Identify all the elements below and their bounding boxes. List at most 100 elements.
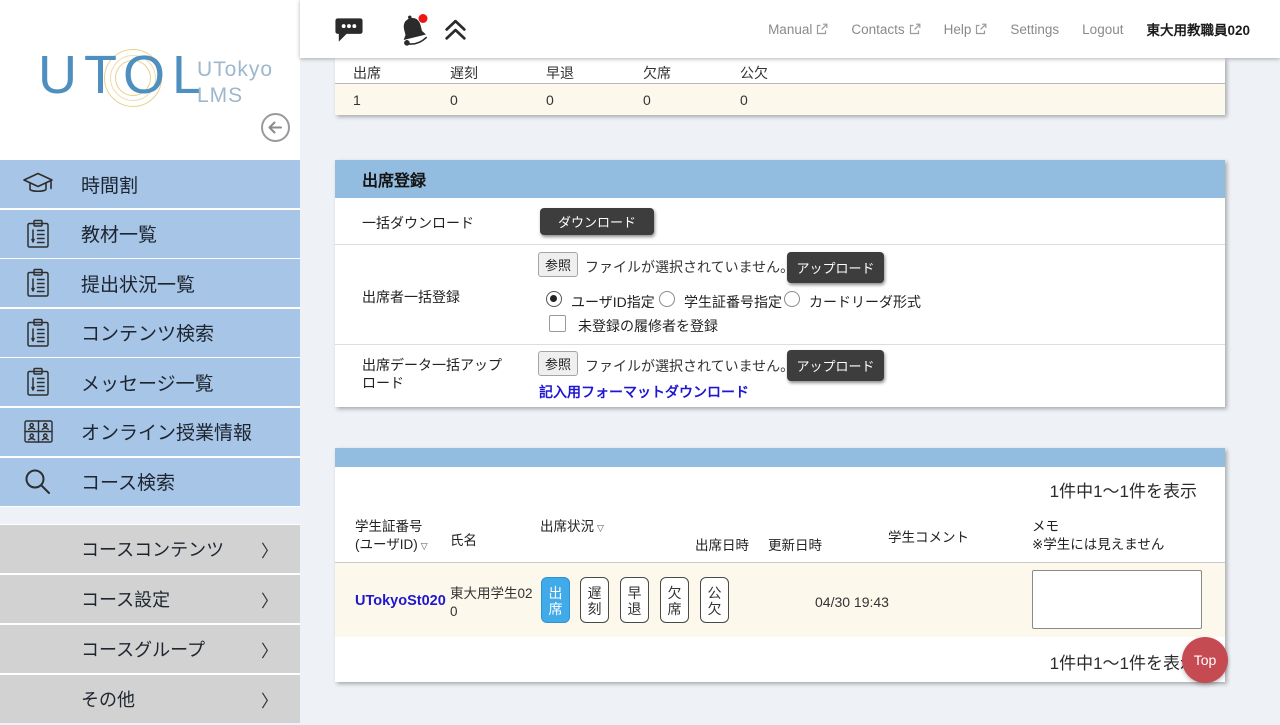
format-download-link[interactable]: 記入用フォーマットダウンロード <box>539 382 749 402</box>
no-file-selected-text: ファイルが選択されていません。 <box>585 356 794 376</box>
column-header-memo: メモ ※学生には見えません <box>1032 518 1164 554</box>
status-button-late[interactable]: 遅刻 <box>580 577 609 623</box>
checkbox-register-unregistered-label: 未登録の履修者を登録 <box>578 316 718 336</box>
status-button-present[interactable]: 出席 <box>541 577 570 623</box>
clipboard-icon <box>21 318 55 348</box>
download-button[interactable]: ダウンロード <box>540 208 654 235</box>
external-link-icon <box>975 23 987 35</box>
notifications-button[interactable] <box>396 0 431 58</box>
sidebar-item-course-contents[interactable]: コースコンテンツ 〉 <box>0 525 300 573</box>
attendance-detail-table: 1件中1〜1件を表示 学生証番号 (ユーザID)▽ 氏名 出席状況▽ 出席日時 … <box>335 448 1225 682</box>
summary-value: 0 <box>643 92 651 108</box>
update-time-value: 04/30 19:43 <box>815 594 889 610</box>
table-row: UTokyoSt020 東大用学生020 出席 遅刻 早退 欠席 公欠 04/3… <box>335 563 1225 637</box>
sidebar-item-label: その他 <box>81 686 135 712</box>
chevron-right-icon: 〉 <box>261 537 278 562</box>
sidebar-collapse-button[interactable] <box>260 112 291 143</box>
status-button-excused-absence[interactable]: 公欠 <box>700 577 729 623</box>
messages-button[interactable] <box>333 0 364 58</box>
radio-student-card-number-label: 学生証番号指定 <box>684 292 782 312</box>
scroll-to-top-button[interactable]: Top <box>1182 637 1228 683</box>
sidebar-item-messages[interactable]: メッセージ一覧 <box>0 358 300 406</box>
summary-header: 早退 <box>546 63 574 83</box>
sidebar-item-course-settings[interactable]: コース設定 〉 <box>0 575 300 623</box>
contacts-link[interactable]: Contacts <box>851 22 920 37</box>
bulk-download-row: 一括ダウンロード ダウンロード <box>335 198 1225 245</box>
student-id-link[interactable]: UTokyoSt020 <box>355 593 446 609</box>
logo: UTOL UTokyo LMS <box>0 0 300 160</box>
clipboard-icon <box>21 367 55 397</box>
table-footer-row: 1件中1〜1件を表示 <box>335 637 1225 682</box>
topbar-links: Manual Contacts Help Settings Logout 東大用… <box>768 0 1250 58</box>
sidebar-item-online-class-info[interactable]: オンライン授業情報 <box>0 408 300 456</box>
browse-file-button[interactable]: 参照 <box>538 252 578 277</box>
collapse-topbar-button[interactable] <box>443 0 468 58</box>
summary-header: 出席 <box>353 63 381 83</box>
logo-subtitle: UTokyo LMS <box>197 57 273 110</box>
attendance-registration-panel: 出席登録 一括ダウンロード ダウンロード 出席者一括登録 参照 ファイルが選択さ… <box>335 160 1225 407</box>
manual-link-label: Manual <box>768 22 812 37</box>
summary-header: 欠席 <box>643 63 671 83</box>
settings-link[interactable]: Settings <box>1010 22 1059 37</box>
chevron-right-icon: 〉 <box>261 637 278 662</box>
sidebar-item-course-group[interactable]: コースグループ 〉 <box>0 625 300 673</box>
sidebar: UTOL UTokyo LMS 時間割 <box>0 0 300 720</box>
logo-text: UTOL <box>38 44 209 106</box>
sidebar-item-submission-status[interactable]: 提出状況一覧 <box>0 259 300 307</box>
help-link[interactable]: Help <box>944 22 988 37</box>
logout-link[interactable]: Logout <box>1082 22 1123 37</box>
topbar: Manual Contacts Help Settings Logout 東大用… <box>300 0 1280 58</box>
radio-student-card-number[interactable] <box>659 291 675 307</box>
attendance-data-upload-row: 出席データ一括アップロード 参照 ファイルが選択されていません。 アップロード … <box>335 345 1225 407</box>
sidebar-item-label: コース検索 <box>81 468 175 495</box>
column-header-text: 出席状況 <box>540 519 594 534</box>
status-button-absent[interactable]: 欠席 <box>660 577 689 623</box>
sidebar-section-gap <box>0 507 300 524</box>
search-icon <box>21 467 55 497</box>
manual-link[interactable]: Manual <box>768 22 828 37</box>
chevron-right-icon: 〉 <box>261 587 278 612</box>
sidebar-item-course-search[interactable]: コース検索 <box>0 458 300 506</box>
sidebar-item-label: コースコンテンツ <box>81 536 224 562</box>
browse-file-button[interactable]: 参照 <box>538 351 578 376</box>
column-header-text: 学生証番号 <box>355 519 423 534</box>
summary-header-row: 出席 遅刻 早退 欠席 公欠 <box>335 58 1225 84</box>
summary-header: 公欠 <box>740 63 768 83</box>
result-count-text: 1件中1〜1件を表示 <box>1050 649 1197 674</box>
status-button-early-leave[interactable]: 早退 <box>620 577 649 623</box>
logout-link-label: Logout <box>1082 22 1123 37</box>
sidebar-menu: 時間割 教材一覧 <box>0 160 300 725</box>
sidebar-item-timetable[interactable]: 時間割 <box>0 160 300 208</box>
column-header-text: (ユーザID) <box>355 537 418 552</box>
user-name: 東大用教職員020 <box>1146 19 1250 39</box>
notification-dot <box>419 14 428 23</box>
main-content: 出席 遅刻 早退 欠席 公欠 1 0 0 0 0 出席登録 一括ダウンロード ダ… <box>300 58 1280 720</box>
logo-subtitle-line2: LMS <box>197 83 273 109</box>
attendance-data-upload-label: 出席データ一括アップロード <box>362 356 512 392</box>
radio-user-id-label: ユーザID指定 <box>571 292 655 312</box>
column-header-note: ※学生には見えません <box>1032 537 1164 552</box>
column-header-update-time: 更新日時 <box>768 537 822 555</box>
column-header-status[interactable]: 出席状況▽ <box>540 518 604 536</box>
chat-bubble-icon <box>333 14 364 44</box>
radio-user-id[interactable] <box>546 291 562 307</box>
arrow-left-circle-icon <box>260 112 291 143</box>
memo-textarea[interactable] <box>1032 570 1202 629</box>
sidebar-item-content-search[interactable]: コンテンツ検索 <box>0 309 300 357</box>
checkbox-register-unregistered[interactable] <box>549 315 566 332</box>
column-header-attend-time: 出席日時 <box>695 537 749 555</box>
panel-title: 出席登録 <box>362 167 426 191</box>
radio-card-reader[interactable] <box>784 291 800 307</box>
double-chevron-up-icon <box>443 18 468 41</box>
attendee-bulk-label: 出席者一括登録 <box>362 287 460 307</box>
radio-card-reader-label: カードリーダ形式 <box>809 292 921 312</box>
sidebar-item-materials[interactable]: 教材一覧 <box>0 210 300 258</box>
upload-button[interactable]: アップロード <box>787 350 884 381</box>
graduation-cap-icon <box>21 171 55 198</box>
panel-header: 出席登録 <box>335 160 1225 198</box>
sidebar-item-others[interactable]: その他 〉 <box>0 675 300 723</box>
attendee-bulk-register-row: 出席者一括登録 参照 ファイルが選択されていません。 アップロード ユーザID指… <box>335 245 1225 345</box>
upload-button[interactable]: アップロード <box>787 252 884 283</box>
column-header-student-id[interactable]: 学生証番号 (ユーザID)▽ <box>355 518 428 554</box>
settings-link-label: Settings <box>1010 22 1059 37</box>
